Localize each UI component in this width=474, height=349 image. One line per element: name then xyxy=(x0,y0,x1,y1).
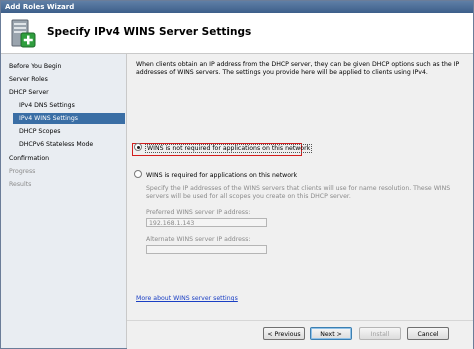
wins-not-required-radio[interactable] xyxy=(134,143,142,151)
wins-not-required-label[interactable]: WINS is not required for applications on… xyxy=(144,144,313,153)
nav-item-ipv4-dns-settings[interactable]: IPv4 DNS Settings xyxy=(19,100,75,111)
wins-not-required-option[interactable]: WINS is not required for applications on… xyxy=(134,143,313,154)
wins-required-radio[interactable] xyxy=(134,170,142,178)
nav-item-confirmation[interactable]: Confirmation xyxy=(9,153,49,164)
wizard-footer: < Previous Next > Install Cancel xyxy=(127,320,473,349)
alternate-wins-ip-field[interactable] xyxy=(146,245,267,254)
preferred-wins-ip-field[interactable]: 192.168.1.143 xyxy=(146,218,267,227)
nav-item-server-roles[interactable]: Server Roles xyxy=(9,74,48,85)
wins-required-description: Specify the IP addresses of the WINS ser… xyxy=(146,185,451,200)
nav-item-results: Results xyxy=(9,181,32,188)
window-title: Add Roles Wizard xyxy=(1,1,473,13)
wins-required-label[interactable]: WINS is required for applications on thi… xyxy=(146,172,297,179)
nav-item-dhcp-scopes[interactable]: DHCP Scopes xyxy=(19,126,61,137)
wizard-content: When clients obtain an IP address from t… xyxy=(127,54,473,320)
add-roles-wizard-window: Add Roles Wizard Specify IPv4 WINS Serve… xyxy=(0,0,474,349)
install-button: Install xyxy=(359,327,401,340)
nav-item-ipv4-wins-settings[interactable]: IPv4 WINS Settings xyxy=(13,113,125,124)
preferred-wins-label: Preferred WINS server IP address: xyxy=(146,209,251,216)
nav-item-dhcp-server[interactable]: DHCP Server xyxy=(9,87,49,98)
intro-text: When clients obtain an IP address from t… xyxy=(136,61,460,76)
next-button[interactable]: Next > xyxy=(310,327,352,340)
nav-item-dhcpv6-stateless-mode[interactable]: DHCPv6 Stateless Mode xyxy=(19,139,93,150)
server-add-icon xyxy=(11,19,36,48)
more-about-wins-link[interactable]: More about WINS server settings xyxy=(136,295,238,302)
previous-button[interactable]: < Previous xyxy=(263,327,305,340)
alternate-wins-label: Alternate WINS server IP address: xyxy=(146,236,251,243)
nav-item-before-you-begin[interactable]: Before You Begin xyxy=(9,61,61,72)
wins-required-option[interactable]: WINS is required for applications on thi… xyxy=(134,170,297,181)
nav-item-progress: Progress xyxy=(9,168,36,175)
page-title: Specify IPv4 WINS Server Settings xyxy=(47,26,252,38)
wizard-header: Specify IPv4 WINS Server Settings xyxy=(1,13,473,54)
cancel-button[interactable]: Cancel xyxy=(407,327,449,340)
wizard-steps-nav: Before You Begin Server Roles DHCP Serve… xyxy=(1,54,127,348)
